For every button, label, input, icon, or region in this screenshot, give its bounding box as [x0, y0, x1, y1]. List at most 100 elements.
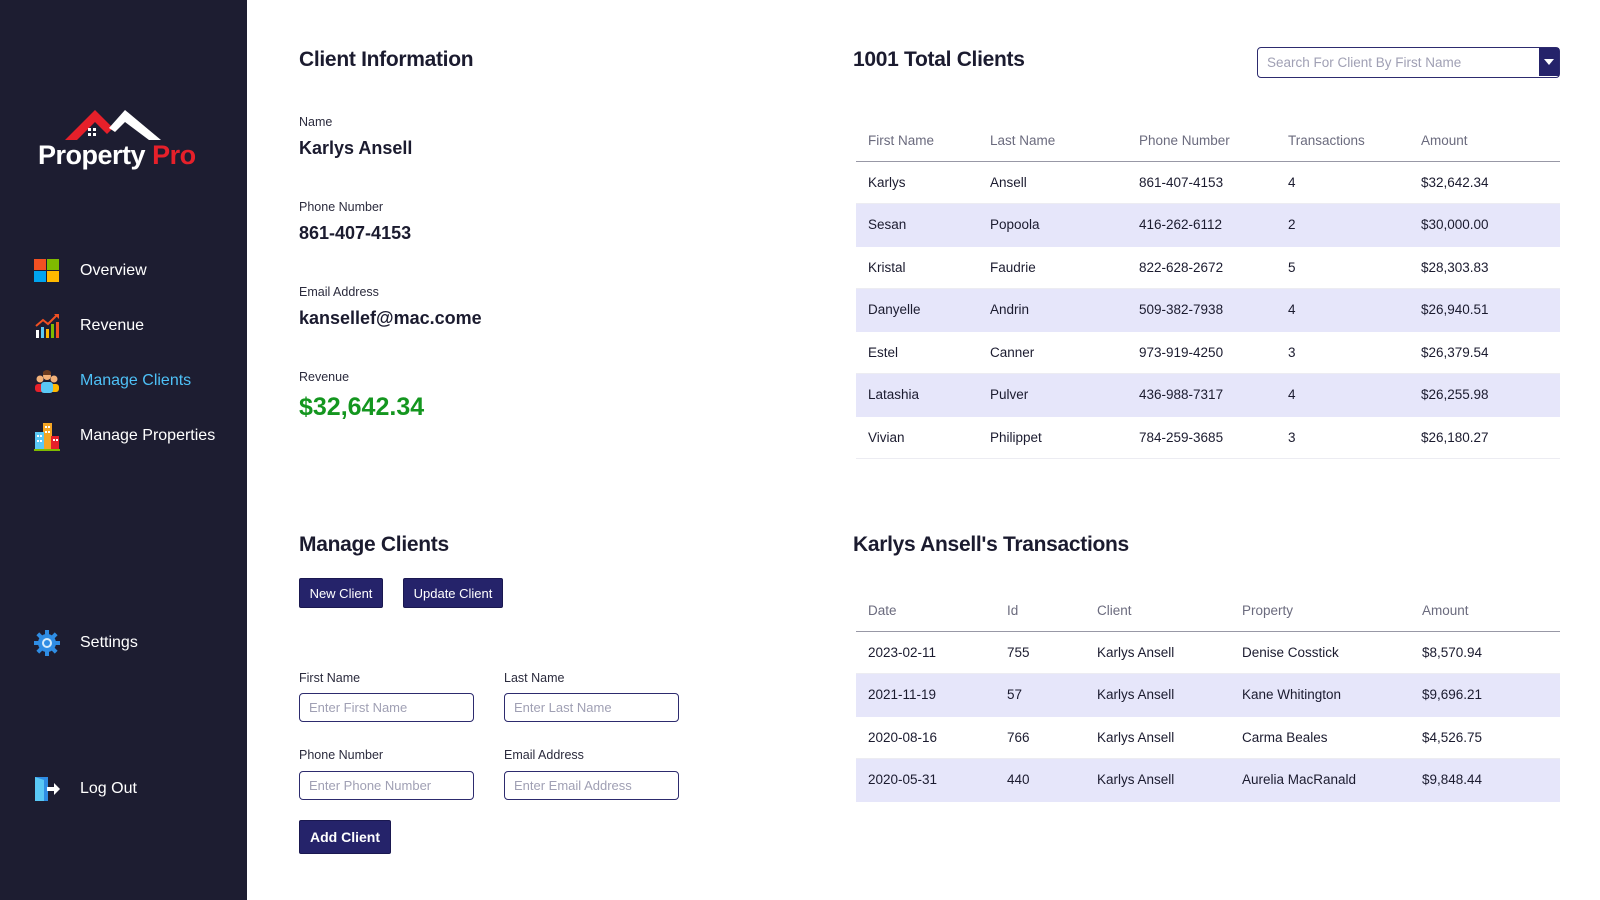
gear-icon [34, 630, 60, 656]
table-cell: 2020-08-16 [856, 716, 1007, 759]
table-row[interactable]: Latashia Pulver 436-988-7317 4 $26,255.9… [856, 373, 1560, 417]
sidebar-item-revenue[interactable]: Revenue [34, 311, 144, 341]
table-row[interactable]: 2023-02-11 755 Karlys Ansell Denise Coss… [856, 631, 1560, 674]
table-cell: $28,303.83 [1421, 246, 1560, 289]
table-row[interactable]: Danyelle Andrin 509-382-7938 4 $26,940.5… [856, 288, 1560, 332]
table-cell: $30,000.00 [1421, 203, 1560, 247]
column-header[interactable]: Property [1242, 590, 1422, 632]
sidebar-item-label: Settings [80, 634, 138, 651]
sidebar-item-manage-properties[interactable]: Manage Properties [34, 421, 215, 451]
sidebar-item-label: Manage Properties [80, 427, 216, 444]
column-header[interactable]: Phone Number [1139, 120, 1288, 162]
first-name-field[interactable] [299, 693, 474, 722]
table-cell: 5 [1288, 246, 1421, 289]
table-cell: Aurelia MacRanald [1242, 758, 1422, 802]
logo-text-pro: Pro [152, 140, 196, 170]
table-cell: Sesan [856, 203, 990, 247]
email-value: kansellef@mac.come [299, 308, 482, 328]
table-row[interactable]: 2020-05-31 440 Karlys Ansell Aurelia Mac… [856, 758, 1560, 802]
table-cell: 973-919-4250 [1139, 331, 1288, 374]
table-cell: 3 [1288, 331, 1421, 374]
sidebar-item-log-out[interactable]: Log Out [34, 774, 137, 804]
column-header[interactable]: Id [1007, 590, 1097, 632]
column-header[interactable]: Client [1097, 590, 1242, 632]
table-cell: Faudrie [990, 246, 1139, 289]
table-cell: $9,848.44 [1422, 758, 1560, 802]
table-row[interactable]: Karlys Ansell 861-407-4153 4 $32,642.34 [856, 161, 1560, 204]
caret-down-icon [1544, 59, 1554, 65]
table-cell: $26,940.51 [1421, 288, 1560, 332]
windows-grid-icon [34, 258, 60, 284]
table-cell: 57 [1007, 673, 1097, 717]
search-input[interactable] [1258, 48, 1532, 76]
phone-number-field[interactable] [299, 771, 474, 800]
manage-clients-title: Manage Clients [299, 533, 449, 556]
phone-label: Phone Number [299, 200, 384, 214]
table-cell: Karlys Ansell [1097, 673, 1242, 717]
table-row[interactable]: Vivian Philippet 784-259-3685 3 $26,180.… [856, 416, 1560, 459]
table-row[interactable]: Estel Canner 973-919-4250 3 $26,379.54 [856, 331, 1560, 374]
name-value: Karlys Ansell [299, 138, 413, 158]
column-header[interactable]: Last Name [990, 120, 1139, 162]
table-cell: 4 [1288, 288, 1421, 332]
table-cell: Kristal [856, 246, 990, 289]
table-cell: Carma Beales [1242, 716, 1422, 759]
table-row[interactable]: 2020-08-16 766 Karlys Ansell Carma Beale… [856, 716, 1560, 759]
table-cell: Denise Cosstick [1242, 631, 1422, 674]
update-client-button[interactable]: Update Client [403, 578, 503, 608]
table-cell: 2020-05-31 [856, 758, 1007, 802]
table-row[interactable]: Kristal Faudrie 822-628-2672 5 $28,303.8… [856, 246, 1560, 289]
table-cell: 755 [1007, 631, 1097, 674]
table-header-row: Date Id Client Property Amount [856, 590, 1560, 632]
table-cell: $26,180.27 [1421, 416, 1560, 459]
table-cell: $4,526.75 [1422, 716, 1560, 759]
new-client-button[interactable]: New Client [299, 578, 383, 608]
email-label: Email Address [299, 285, 379, 299]
logo-text: Property Pro [38, 140, 196, 171]
sidebar-item-overview[interactable]: Overview [34, 256, 147, 286]
client-info-title: Client Information [299, 48, 474, 71]
sidebar-item-label: Manage Clients [80, 372, 192, 389]
sidebar-item-settings[interactable]: Settings [34, 628, 138, 658]
bar-chart-icon [34, 313, 60, 339]
sidebar-item-label: Log Out [80, 780, 137, 797]
table-row[interactable]: Sesan Popoola 416-262-6112 2 $30,000.00 [856, 203, 1560, 247]
revenue-value: $32,642.34 [299, 393, 425, 421]
table-cell: Ansell [990, 161, 1139, 204]
phone-value: 861-407-4153 [299, 223, 412, 243]
buildings-icon [34, 423, 60, 451]
total-clients-title: 1001 Total Clients [853, 48, 1025, 71]
column-header[interactable]: First Name [856, 120, 990, 162]
table-cell: $8,570.94 [1422, 631, 1560, 674]
sidebar-item-manage-clients[interactable]: Manage Clients [34, 366, 191, 396]
table-cell: 2021-11-19 [856, 673, 1007, 717]
table-cell: $26,379.54 [1421, 331, 1560, 374]
table-cell: 2 [1288, 203, 1421, 247]
add-client-button[interactable]: Add Client [299, 820, 391, 854]
email-address-field[interactable] [504, 771, 679, 800]
table-cell: 509-382-7938 [1139, 288, 1288, 332]
first-name-label: First Name [299, 671, 361, 685]
table-cell: Estel [856, 331, 990, 374]
revenue-label: Revenue [299, 370, 350, 384]
table-cell: $9,696.21 [1422, 673, 1560, 717]
search-dropdown-button[interactable] [1539, 48, 1559, 76]
table-row[interactable]: 2021-11-19 57 Karlys Ansell Kane Whiting… [856, 673, 1560, 717]
users-icon [34, 368, 60, 394]
clients-table: First Name Last Name Phone Number Transa… [856, 120, 1560, 459]
table-cell: Popoola [990, 203, 1139, 247]
last-name-label: Last Name [504, 671, 565, 685]
column-header[interactable]: Amount [1421, 120, 1560, 162]
table-cell: 4 [1288, 373, 1421, 417]
table-cell: 4 [1288, 161, 1421, 204]
column-header[interactable]: Amount [1422, 590, 1560, 632]
column-header[interactable]: Transactions [1288, 120, 1421, 162]
table-cell: Philippet [990, 416, 1139, 459]
column-header[interactable]: Date [856, 590, 1007, 632]
email-address-label: Email Address [504, 748, 584, 762]
table-header-row: First Name Last Name Phone Number Transa… [856, 120, 1560, 162]
last-name-field[interactable] [504, 693, 679, 722]
logo[interactable]: Property Pro [38, 104, 198, 172]
table-cell: Latashia [856, 373, 990, 417]
table-cell: Canner [990, 331, 1139, 374]
